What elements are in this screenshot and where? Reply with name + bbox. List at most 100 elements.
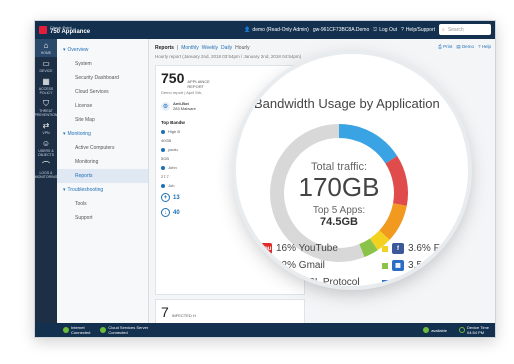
check-icon xyxy=(423,327,430,333)
infected-count: 7 xyxy=(161,304,169,320)
nav-logs-monitoring[interactable]: ⌒ LOGS & MONITORING xyxy=(35,159,57,181)
nav-label: USERS & OBJECTS xyxy=(37,149,55,157)
print-button[interactable]: ⎙ Print xyxy=(438,44,452,50)
section-label: Monitoring xyxy=(67,131,91,137)
tree-item-support[interactable]: Support xyxy=(57,211,148,225)
report-label-2: REPORT xyxy=(187,83,204,89)
tree-section-overview[interactable]: ▾ Overview xyxy=(57,43,148,57)
brand-small: Check Point xyxy=(50,24,72,30)
logout-link[interactable]: ⎋ Log Out xyxy=(373,27,397,33)
demo-button[interactable]: ▤ Demo xyxy=(456,44,474,50)
search-input[interactable]: ⌕ Search xyxy=(439,24,491,35)
internet-status-text: Connected xyxy=(71,330,91,335)
tree-item-monitoring[interactable]: Monitoring xyxy=(57,155,148,169)
legend-swatch xyxy=(382,262,388,269)
tree-section-troubleshooting[interactable]: ▾ Troubleshooting xyxy=(57,183,148,197)
user-menu[interactable]: 👤 demo (Read-Only Admin) xyxy=(244,27,309,33)
tab-hourly[interactable]: Hourly xyxy=(235,45,249,51)
tab-weekly[interactable]: Weekly xyxy=(202,45,218,51)
app-logo-icon: ▦ xyxy=(392,260,404,271)
nav-threat-prevention[interactable]: ⛉ THREAT PREVENTION xyxy=(35,97,57,119)
chevron-down-icon: ▾ xyxy=(63,131,66,137)
legend-swatch xyxy=(250,245,256,252)
app-logo-icon: f xyxy=(392,243,404,254)
band-text: 5GB xyxy=(161,156,170,161)
tree-item-site-map[interactable]: Site Map xyxy=(57,113,148,127)
nav-label: LOGS & MONITORING xyxy=(34,171,58,179)
legend-label: 3.6% F xyxy=(408,243,440,254)
band-dot-icon xyxy=(161,147,165,152)
brand: Check Point 750 Appliance xyxy=(35,25,105,36)
magnifier-lens: Bandwidth Usage by Application Total tra… xyxy=(236,54,468,286)
search-placeholder: Search xyxy=(447,26,464,33)
status-bar: Internet Connected Cloud Services Server… xyxy=(35,323,495,337)
help-button[interactable]: ? Help xyxy=(478,44,491,50)
home-icon: ⌂ xyxy=(43,41,49,50)
breadcrumb-separator: | xyxy=(176,45,179,51)
internet-status: Internet Connected xyxy=(63,325,90,335)
help-icon: ? xyxy=(401,26,404,33)
download-icon: ↓ xyxy=(161,208,170,217)
tree-section-monitoring[interactable]: ▾ Monitoring xyxy=(57,127,148,141)
cloud-status: Cloud Services Server Connected xyxy=(100,325,148,335)
tree-item-license[interactable]: License xyxy=(57,99,148,113)
band-text: 40GB xyxy=(161,138,172,143)
nav-home[interactable]: ⌂ HOME xyxy=(35,39,57,57)
grid-icon: ▦ xyxy=(42,77,50,86)
total-traffic-label: Total traffic: xyxy=(310,160,368,173)
tab-daily[interactable]: Daily xyxy=(221,45,232,51)
tree-item-cloud-services[interactable]: Cloud Services xyxy=(57,85,148,99)
report-tools: ⎙ Print ▤ Demo ? Help xyxy=(438,44,491,50)
print-icon: ⎙ xyxy=(438,44,442,49)
tree-item-reports[interactable]: Reports xyxy=(57,169,148,183)
legend-swatch xyxy=(382,245,388,252)
demo-label: Demo xyxy=(461,44,474,49)
device-name: gw-961CF73BC8A.Demo xyxy=(313,27,369,33)
help-label: Help/Support xyxy=(405,26,435,33)
breadcrumb-reports[interactable]: Reports xyxy=(155,45,174,51)
legend-item: f 3.6% F xyxy=(382,240,440,257)
plus-icon: + xyxy=(161,193,170,202)
nav-access-policy[interactable]: ▦ ACCESS POLICY xyxy=(35,75,57,97)
band-text: John xyxy=(168,165,177,170)
legend-label: 8.9% SSL Protocol xyxy=(276,277,360,286)
check-icon xyxy=(63,327,69,333)
tree-item-system[interactable]: System xyxy=(57,57,148,71)
tree-item-active-computers[interactable]: Active Computers xyxy=(57,141,148,155)
stat-value: 40 xyxy=(173,209,180,216)
nav-users-objects[interactable]: ☺ USERS & OBJECTS xyxy=(35,137,57,159)
help-label: Help xyxy=(481,44,491,49)
tree-nav: ▾ Overview System Security Dashboard Clo… xyxy=(57,39,149,323)
legend-label: 12% Gmail xyxy=(276,260,325,271)
available-status: available xyxy=(423,327,447,333)
check-point-logo-icon xyxy=(39,26,47,34)
legend-label: 3.5 xyxy=(408,260,422,271)
tab-monthly[interactable]: Monthly xyxy=(181,45,199,51)
logout-label: Log Out xyxy=(379,26,398,33)
nav-device[interactable]: ▭ DEVICE xyxy=(35,57,57,75)
available-label: available xyxy=(431,327,447,333)
nav-label: THREAT PREVENTION xyxy=(34,109,58,117)
legend-swatch xyxy=(250,262,256,269)
infected-label: INFECTED H xyxy=(171,313,196,318)
nav-vpn[interactable]: ⇄ VPN xyxy=(35,119,57,137)
chevron-down-icon: ▾ xyxy=(63,47,66,53)
logout-icon: ⎋ xyxy=(373,26,378,33)
top5-label: Top 5 Apps: xyxy=(312,204,366,216)
band-text: 27.7 xyxy=(161,174,169,179)
device-icon: ▭ xyxy=(42,59,50,68)
legend-item: M 12% Gmail xyxy=(250,257,325,274)
tree-item-tools[interactable]: Tools xyxy=(57,197,148,211)
chevron-down-icon: ▾ xyxy=(63,187,66,193)
device-label: gw-961CF73BC8A.Demo xyxy=(312,26,370,33)
device-time: Device Time 04:54 PM xyxy=(458,325,489,335)
antibot-sub: 283 Malware xyxy=(173,106,196,111)
app-logo-icon: M xyxy=(260,260,272,271)
help-link[interactable]: ? Help/Support xyxy=(401,27,435,33)
app-logo-icon: You xyxy=(260,243,272,254)
cloud-status-text: Connected xyxy=(108,330,128,335)
tree-item-security-dashboard[interactable]: Security Dashboard xyxy=(57,71,148,85)
check-icon xyxy=(100,327,107,333)
band-text: Joh xyxy=(168,183,175,188)
monitoring-icon: ⌒ xyxy=(42,161,50,170)
